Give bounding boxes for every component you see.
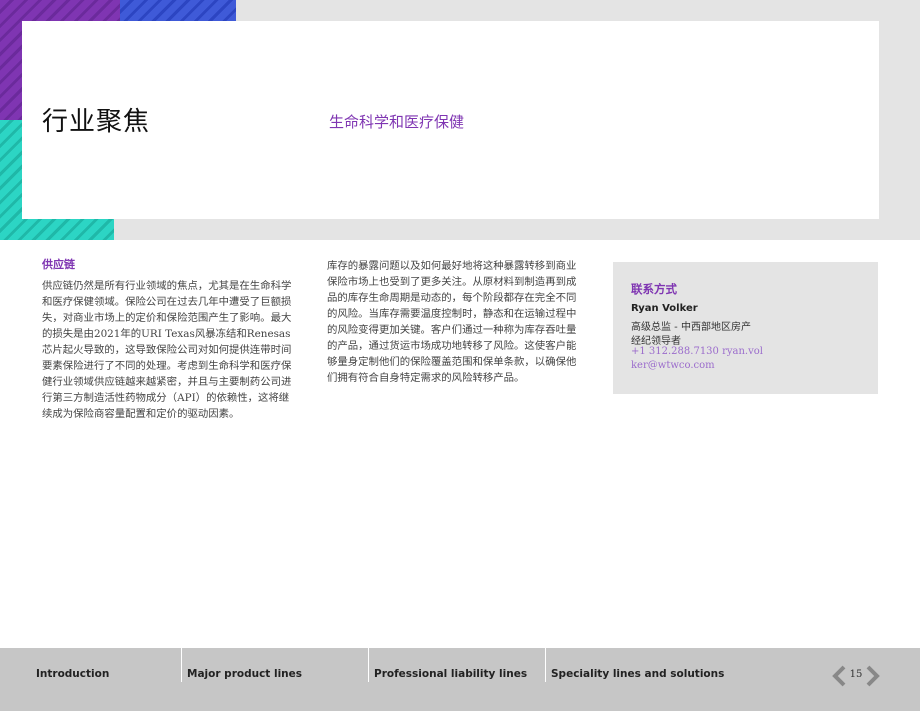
chevron-right-icon[interactable] [864, 664, 882, 688]
page-title: 行业聚焦 [42, 107, 151, 137]
blue-stripe-decoration [120, 0, 236, 22]
page-pager: 15 [830, 664, 882, 688]
footer-nav-bar: Introduction Major product lines Profess… [0, 648, 920, 711]
contact-heading: 联系方式 [631, 282, 677, 296]
body-column-1: 供应链仍然是所有行业领域的焦点，尤其是在生命科学和医疗保健领域。保险公司在过去几… [42, 280, 292, 420]
contact-name: Ryan Volker [631, 303, 698, 314]
nav-speciality-lines[interactable]: Speciality lines and solutions [551, 648, 724, 702]
nav-professional-liability-lines[interactable]: Professional liability lines [374, 648, 527, 702]
section-heading: 供应链 [42, 258, 75, 271]
nav-major-product-lines[interactable]: Major product lines [187, 648, 302, 702]
nav-divider [545, 648, 546, 682]
body-column-2: 库存的暴露问题以及如何最好地将这种暴露转移到商业保险市场上也受到了更多关注。从原… [327, 260, 577, 384]
page-subtitle: 生命科学和医疗保健 [329, 113, 465, 131]
hero-panel: 行业聚焦 生命科学和医疗保健 [22, 21, 879, 219]
chevron-left-icon[interactable] [830, 664, 848, 688]
contact-title-line-1: 高级总监 - 中西部地区房产 [631, 322, 751, 333]
contact-phone-email-link[interactable]: +1 312.288.7130 ryan.volker@wtwco.com [631, 345, 766, 373]
nav-divider [368, 648, 369, 682]
contact-card: 联系方式 Ryan Volker 高级总监 - 中西部地区房产 经纪领导者 +1… [613, 262, 878, 394]
nav-introduction[interactable]: Introduction [36, 648, 109, 702]
page-number: 15 [849, 669, 863, 680]
nav-divider [181, 648, 182, 682]
